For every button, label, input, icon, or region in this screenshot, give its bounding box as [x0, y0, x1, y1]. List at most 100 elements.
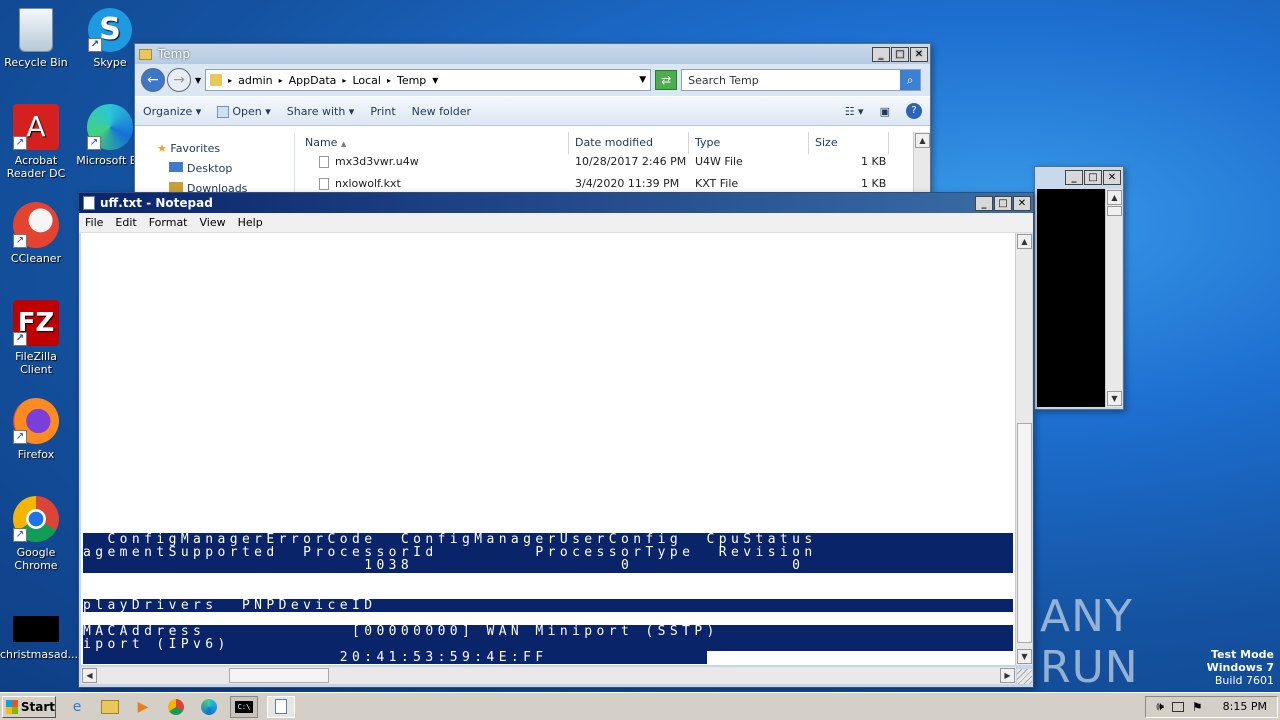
- maximize-button[interactable]: □: [994, 195, 1012, 211]
- column-size[interactable]: Size: [809, 132, 889, 154]
- search-input[interactable]: Search Temp: [682, 74, 900, 87]
- menu-view[interactable]: View: [194, 216, 232, 229]
- breadcrumb-appdata[interactable]: AppData: [289, 74, 337, 87]
- scroll-down-icon[interactable]: ▼: [1107, 391, 1122, 406]
- scroll-up-icon[interactable]: ▲: [1017, 234, 1032, 249]
- breadcrumb-temp[interactable]: Temp: [397, 74, 426, 87]
- column-type[interactable]: Type: [689, 132, 809, 154]
- volume-icon[interactable]: 🕪: [1156, 699, 1164, 714]
- internet-explorer-icon[interactable]: e: [65, 696, 89, 718]
- address-bar[interactable]: ▸ admin ▸ AppData ▸ Local ▸ Temp ▼ ▼: [205, 69, 652, 91]
- edge-taskbar-icon[interactable]: [197, 696, 221, 718]
- shortcut-arrow-icon: ↗: [13, 136, 27, 150]
- share-with-button[interactable]: Share with ▾: [287, 105, 355, 118]
- notepad-taskbar-icon[interactable]: [267, 695, 295, 718]
- christmas-file-icon[interactable]: christmasad...: [0, 616, 78, 661]
- notepad-text-area[interactable]: ConfigManagerErrorCode ConfigManagerUser…: [81, 233, 1016, 665]
- help-icon[interactable]: ?: [906, 103, 922, 119]
- open-button[interactable]: Open ▾: [217, 105, 271, 118]
- text-line: 1038 0 0: [83, 558, 805, 573]
- breadcrumb-local[interactable]: Local: [352, 74, 381, 87]
- chevron-down-icon[interactable]: ▼: [432, 76, 438, 85]
- close-button[interactable]: ✕: [910, 46, 928, 62]
- scroll-down-icon[interactable]: ▼: [1017, 649, 1032, 664]
- menu-edit[interactable]: Edit: [109, 216, 142, 229]
- maximize-button[interactable]: □: [891, 46, 909, 62]
- start-button[interactable]: Start: [2, 695, 56, 718]
- column-date[interactable]: Date modified: [569, 132, 689, 154]
- file-list: Name ▲ Date modified Type Size mx3d3vwr.…: [299, 132, 913, 192]
- open-icon: [217, 105, 230, 118]
- file-row[interactable]: nxlowolf.kxt 3/4/2020 11:39 PM KXT File …: [299, 174, 899, 192]
- explorer-window[interactable]: Temp _ □ ✕ ← → ▼ ▸ admin ▸ AppData ▸ Loc…: [134, 43, 931, 193]
- notepad-horizontal-scrollbar[interactable]: ◀ ▶: [81, 667, 1016, 684]
- notepad-vertical-scrollbar[interactable]: ▲ ▼: [1015, 233, 1032, 665]
- resize-grip[interactable]: [1017, 669, 1032, 684]
- google-chrome-icon[interactable]: ↗ Google Chrome: [0, 496, 72, 572]
- shortcut-arrow-icon: ↗: [13, 234, 27, 248]
- view-options-icon[interactable]: ☷ ▾: [845, 105, 864, 118]
- file-icon: [319, 156, 329, 168]
- recent-pages-icon[interactable]: ▼: [195, 76, 201, 85]
- console-scrollbar[interactable]: ▲ ▼: [1105, 189, 1122, 407]
- acrobat-reader-icon[interactable]: A ↗ Acrobat Reader DC: [0, 104, 72, 180]
- chrome-taskbar-icon[interactable]: [164, 696, 188, 718]
- close-button[interactable]: ✕: [1103, 169, 1121, 185]
- organize-button[interactable]: Organize ▾: [143, 105, 201, 118]
- network-icon[interactable]: [1171, 701, 1184, 712]
- minimize-button[interactable]: _: [872, 46, 890, 62]
- menu-format[interactable]: Format: [143, 216, 194, 229]
- notepad-title: uff.txt - Notepad: [100, 196, 213, 210]
- notepad-window[interactable]: uff.txt - Notepad _ □ ✕ File Edit Format…: [78, 192, 1034, 688]
- horizontal-scroll-thumb[interactable]: [229, 668, 329, 683]
- chevron-right-icon: ▸: [278, 75, 283, 85]
- scroll-up-icon[interactable]: ▲: [1107, 190, 1122, 205]
- new-folder-button[interactable]: New folder: [412, 105, 471, 118]
- navigation-bar: ← → ▼ ▸ admin ▸ AppData ▸ Local ▸ Temp ▼…: [135, 64, 930, 96]
- file-date: 10/28/2017 2:46 PM: [575, 155, 687, 168]
- scroll-right-icon[interactable]: ▶: [1000, 668, 1015, 683]
- scroll-up-icon[interactable]: ▲: [915, 133, 930, 148]
- cmd-taskbar-icon[interactable]: C:\: [230, 695, 258, 718]
- preview-pane-icon[interactable]: ▣: [880, 105, 890, 118]
- search-box[interactable]: Search Temp ⌕: [681, 69, 922, 91]
- media-player-icon[interactable]: ▶: [131, 696, 155, 718]
- close-button[interactable]: ✕: [1013, 195, 1031, 211]
- maximize-button[interactable]: □: [1084, 169, 1102, 185]
- ccleaner-icon[interactable]: ↗ CCleaner: [0, 202, 72, 265]
- forward-button[interactable]: →: [167, 68, 191, 92]
- console-titlebar[interactable]: _ □ ✕: [1035, 167, 1123, 187]
- scroll-left-icon[interactable]: ◀: [82, 668, 97, 683]
- minimize-button[interactable]: _: [1065, 169, 1083, 185]
- shortcut-arrow-icon: ↗: [88, 38, 102, 52]
- nav-favorites[interactable]: ★ Favorites: [157, 142, 220, 155]
- menu-help[interactable]: Help: [232, 216, 269, 229]
- scroll-thumb[interactable]: [1017, 423, 1032, 643]
- refresh-button[interactable]: ⇄: [655, 70, 678, 90]
- file-row[interactable]: mx3d3vwr.u4w 10/28/2017 2:46 PM U4W File…: [299, 152, 899, 174]
- notepad-titlebar[interactable]: uff.txt - Notepad _ □ ✕: [79, 193, 1033, 213]
- clock[interactable]: 8:15 PM: [1223, 700, 1267, 713]
- text-line: 20:41:53:59:4E:FF: [83, 650, 548, 665]
- minimize-button[interactable]: _: [975, 195, 993, 211]
- explorer-titlebar[interactable]: Temp _ □ ✕: [135, 44, 930, 64]
- print-button[interactable]: Print: [370, 105, 395, 118]
- address-dropdown-icon[interactable]: ▼: [639, 75, 646, 85]
- firefox-icon[interactable]: ↗ Firefox: [0, 398, 72, 461]
- folder-icon: [139, 48, 152, 60]
- file-explorer-icon[interactable]: [98, 696, 122, 718]
- back-button[interactable]: ←: [141, 68, 165, 92]
- search-icon[interactable]: ⌕: [900, 70, 921, 90]
- system-tray: 🕪 ⚑ 8:15 PM: [1145, 695, 1278, 718]
- filezilla-icon[interactable]: FZ ↗ FileZilla Client: [0, 300, 72, 376]
- scroll-thumb[interactable]: [1107, 206, 1122, 216]
- action-center-flag-icon[interactable]: ⚑: [1192, 700, 1203, 714]
- file-list-scrollbar[interactable]: ▲: [913, 132, 930, 192]
- menu-file[interactable]: File: [79, 216, 109, 229]
- recycle-bin-icon[interactable]: Recycle Bin: [0, 8, 72, 69]
- nav-desktop[interactable]: Desktop: [169, 162, 232, 175]
- chevron-right-icon: ▸: [228, 75, 233, 85]
- breadcrumb-admin[interactable]: admin: [238, 74, 272, 87]
- column-name[interactable]: Name ▲: [299, 132, 569, 154]
- console-window[interactable]: _ □ ✕ ▲ ▼: [1034, 166, 1124, 410]
